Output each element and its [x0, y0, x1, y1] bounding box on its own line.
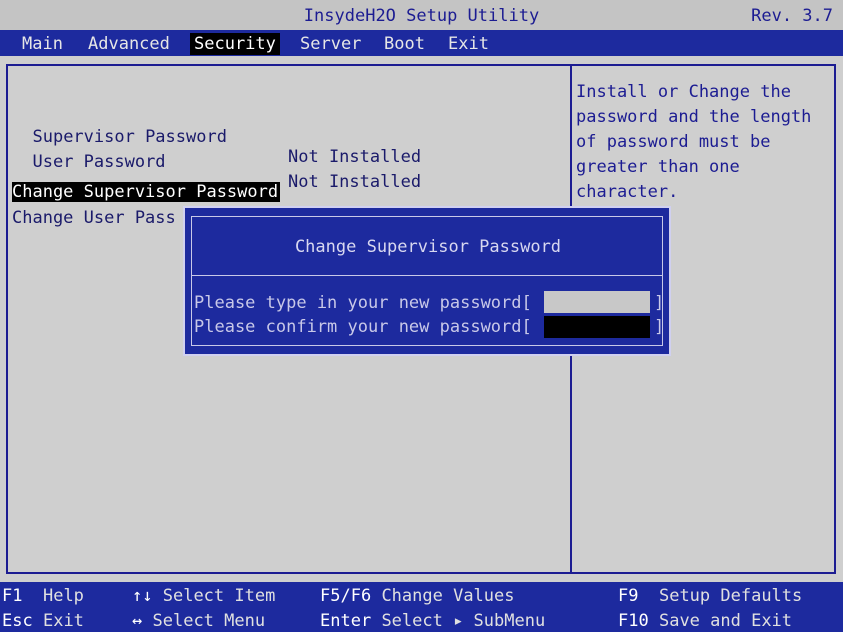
dialog-title: Change Supervisor Password	[294, 237, 562, 257]
key-help-footer: F1 Help Esc Exit ↑↓ Select Item ↔ Select…	[0, 582, 843, 632]
new-password-close-bracket: ]	[654, 293, 665, 313]
footer-select-item: ↑↓ Select Item	[132, 586, 275, 606]
dialog-frame: Change Supervisor Password Please type i…	[191, 216, 665, 346]
f1-label: Help	[42, 586, 84, 606]
help-text: Install or Change the password and the l…	[576, 82, 812, 202]
change-values-label: Change Values	[381, 586, 515, 606]
select-item-label: Select Item	[162, 586, 276, 606]
dialog-separator	[192, 275, 662, 276]
change-user-password-item[interactable]: Change User Pass	[12, 208, 176, 228]
footer-help: F1 Help	[2, 586, 84, 606]
esc-label: Exit	[42, 611, 84, 631]
left-right-arrows-icon: ↔	[132, 611, 143, 631]
f5-f6-key: F5/F6	[320, 586, 372, 606]
select-menu-label: Select Menu	[152, 611, 266, 631]
enter-label: Select ▸ SubMenu	[381, 611, 546, 631]
menu-server[interactable]: Server	[296, 33, 365, 55]
menu-bar: Main Advanced Security Server Boot Exit	[0, 30, 843, 56]
menu-main[interactable]: Main	[18, 33, 67, 55]
save-exit-label: Save and Exit	[658, 611, 793, 631]
confirm-password-field[interactable]	[544, 316, 650, 338]
footer-defaults: F9 Setup Defaults	[618, 586, 802, 606]
confirm-password-prompt: Please confirm your new password[	[194, 317, 532, 337]
new-password-field[interactable]	[544, 291, 650, 313]
up-down-arrows-icon: ↑↓	[132, 586, 153, 606]
change-supervisor-password-item[interactable]: Change Supervisor Password	[12, 182, 281, 202]
f10-key: F10	[618, 611, 649, 631]
enter-key: Enter	[320, 611, 372, 631]
confirm-password-close-bracket: ]	[654, 317, 665, 337]
footer-save-exit: F10 Save and Exit	[618, 611, 792, 631]
f1-key: F1	[2, 586, 23, 606]
footer-esc: Esc Exit	[2, 611, 84, 631]
new-password-prompt: Please type in your new password[	[194, 293, 532, 313]
esc-key: Esc	[2, 611, 33, 631]
footer-change-values: F5/F6 Change Values	[320, 586, 515, 606]
footer-select-menu: ↔ Select Menu	[132, 611, 265, 631]
footer-enter: Enter Select ▸ SubMenu	[320, 611, 545, 631]
change-password-dialog: Change Supervisor Password Please type i…	[183, 206, 671, 356]
menu-advanced[interactable]: Advanced	[84, 33, 174, 55]
revision-label: Rev. 3.7	[751, 6, 833, 26]
title-bar: InsydeH2O Setup Utility Rev. 3.7	[0, 0, 843, 30]
app-title: InsydeH2O Setup Utility	[303, 6, 540, 26]
menu-boot[interactable]: Boot	[380, 33, 429, 55]
user-password-value: Not Installed	[288, 172, 422, 192]
menu-security[interactable]: Security	[190, 33, 280, 55]
f9-key: F9	[618, 586, 639, 606]
supervisor-password-value: Not Installed	[288, 147, 422, 167]
user-password-label: User Password	[32, 152, 166, 172]
menu-exit[interactable]: Exit	[444, 33, 493, 55]
setup-defaults-label: Setup Defaults	[658, 586, 803, 606]
